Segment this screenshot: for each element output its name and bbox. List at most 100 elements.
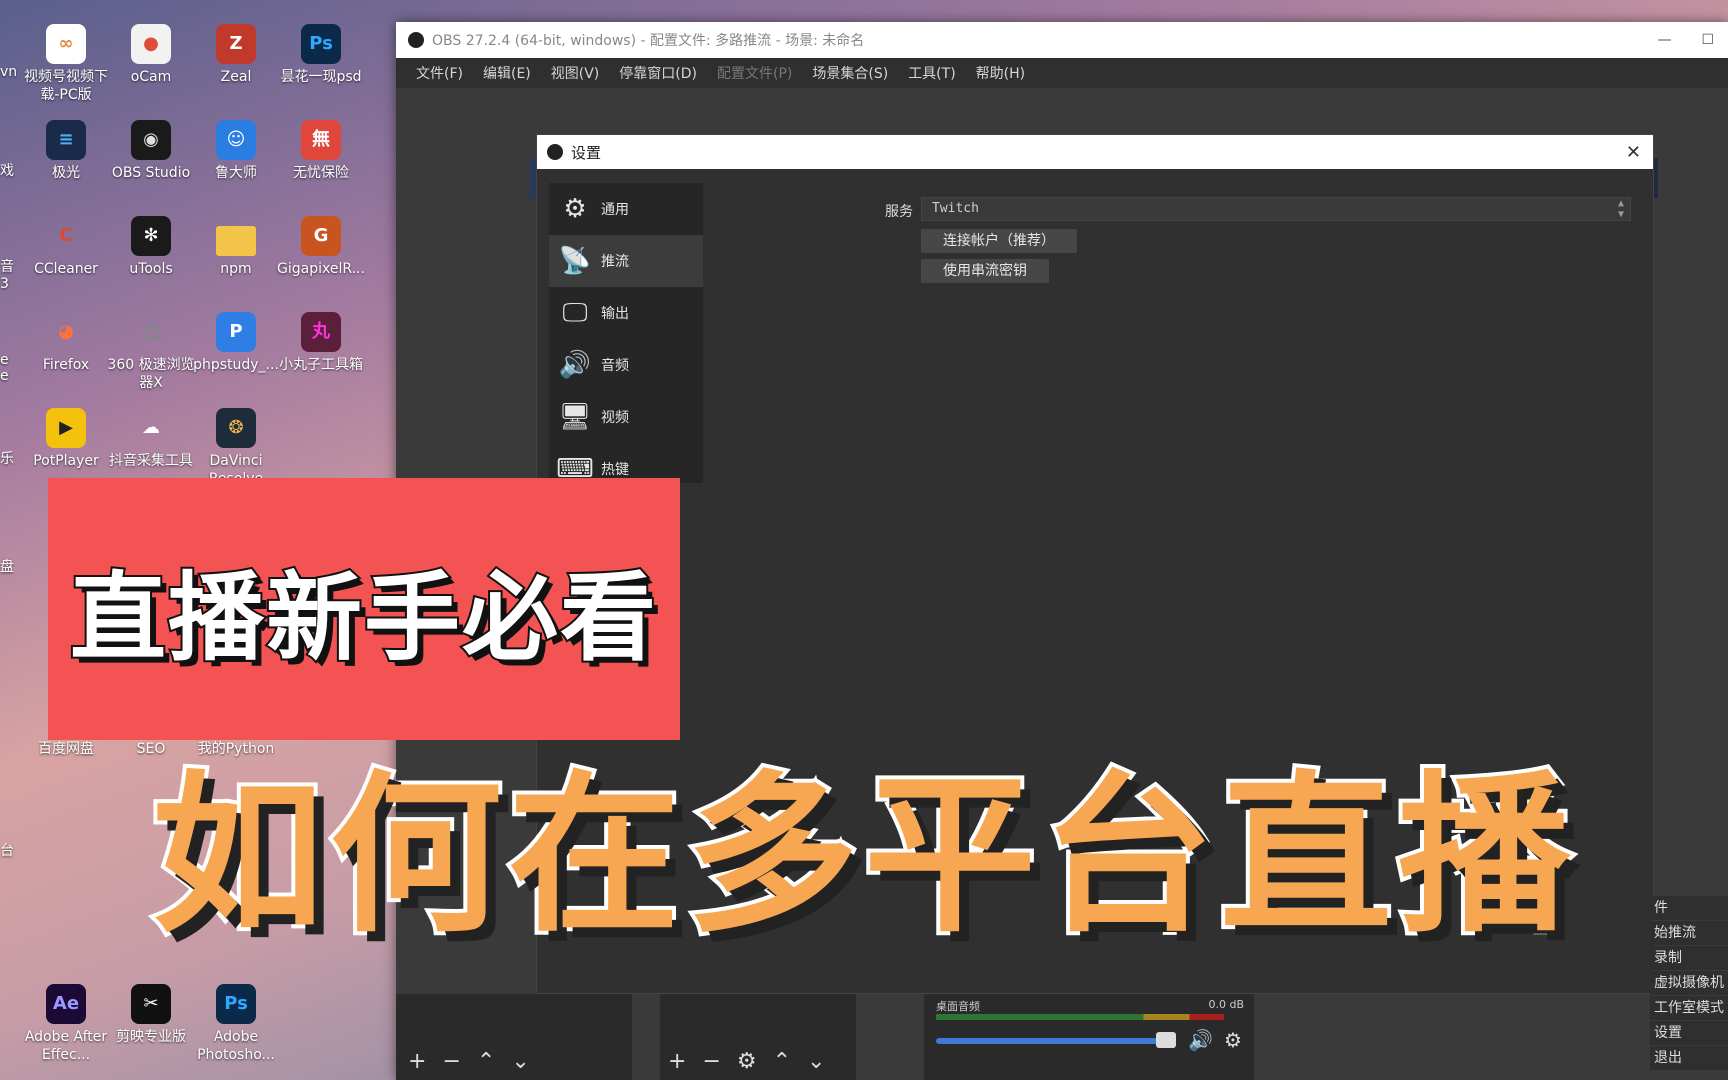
desktop-icon-label: 剪映专业版	[116, 1029, 186, 1045]
desktop-icon[interactable]: ✂ 剪映专业版	[105, 984, 197, 1046]
obs-titlebar: OBS 27.2.4 (64-bit, windows) - 配置文件: 多路推…	[396, 22, 1728, 58]
mixer-gear-icon[interactable]: ⚙	[1224, 1028, 1242, 1052]
add-source-icon[interactable]: +	[668, 1049, 686, 1074]
menu-item[interactable]: 工具(T)	[898, 63, 965, 83]
control-button[interactable]: 工作室模式	[1650, 996, 1728, 1020]
desktop-icon[interactable]: ∞ 视频号视频下载-PC版	[20, 24, 112, 104]
desktop-icon-label: 无忧保险	[293, 165, 349, 181]
gear-icon: ⚙	[563, 194, 587, 224]
menu-item[interactable]: 配置文件(P)	[707, 63, 802, 83]
desktop-edge-fragment: 乐	[0, 451, 14, 467]
app-icon: ●	[131, 24, 171, 64]
desktop-icon[interactable]: ◕ Firefox	[20, 312, 112, 374]
service-label: 服务	[885, 204, 913, 220]
sidebar-item-gear[interactable]: ⚙ 通用	[549, 183, 703, 235]
service-select[interactable]: Twitch ▲ ▼	[921, 197, 1631, 221]
desktop-icon[interactable]: ≡ 极光	[20, 120, 112, 182]
desktop-icon[interactable]: ◌ 360 极速浏览器X	[105, 312, 197, 392]
menu-item[interactable]: 视图(V)	[541, 63, 610, 83]
app-icon: Ae	[46, 984, 86, 1024]
desktop-icon-label: 昙花一现psd	[280, 69, 362, 85]
close-icon[interactable]: ✕	[1626, 142, 1641, 163]
desktop-icon-label: Firefox	[42, 357, 90, 373]
app-icon: ▶	[46, 408, 86, 448]
audio-mixer-dock: 桌面音频 0.0 dB 🔊 ⚙	[924, 994, 1254, 1080]
volume-slider[interactable]	[936, 1038, 1176, 1044]
desktop-icon[interactable]: Ae Adobe After Effec...	[20, 984, 112, 1064]
remove-scene-icon[interactable]: −	[442, 1049, 460, 1074]
sidebar-item-output-monitor[interactable]: 🖵 输出	[549, 287, 703, 339]
mixer-source-label: 桌面音频	[936, 1000, 980, 1013]
menu-item[interactable]: 帮助(H)	[966, 63, 1035, 83]
control-button[interactable]: 件	[1650, 896, 1728, 920]
desktop-icon-label: GigapixelR...	[277, 261, 365, 277]
source-down-icon[interactable]: ⌄	[807, 1049, 825, 1074]
menu-item[interactable]: 场景集合(S)	[802, 63, 898, 83]
desktop-icon[interactable]: Ps Adobe Photosho...	[190, 984, 282, 1064]
app-icon: ☁	[142, 417, 160, 438]
connect-account-button[interactable]: 连接帐户（推荐）	[921, 229, 1077, 253]
use-stream-key-button[interactable]: 使用串流密钥	[921, 259, 1049, 283]
sidebar-item-broadcast-antenna[interactable]: 📡 推流	[549, 235, 703, 287]
desktop-icon[interactable]: Ps 昙花一现psd	[275, 24, 367, 86]
desktop-icon[interactable]: ☺ 鲁大师	[190, 120, 282, 182]
obs-window-title: OBS 27.2.4 (64-bit, windows) - 配置文件: 多路推…	[432, 33, 865, 49]
desktop-icon[interactable]: 丸小丸子工具箱	[275, 312, 367, 374]
app-icon: ☺	[216, 120, 256, 160]
remove-source-icon[interactable]: −	[702, 1049, 720, 1074]
broadcast-antenna-icon: 📡	[558, 246, 592, 276]
desktop-icon[interactable]: C CCleaner	[20, 216, 112, 278]
desktop-icon[interactable]: ● oCam	[105, 24, 197, 86]
menu-item[interactable]: 编辑(E)	[473, 63, 541, 83]
menu-item[interactable]: 文件(F)	[406, 63, 473, 83]
settings-titlebar: 设置 ✕	[537, 135, 1653, 169]
desktop-icon[interactable]: ▶ PotPlayer	[20, 408, 112, 470]
menu-item[interactable]: 停靠窗口(D)	[609, 63, 707, 83]
desktop-icon[interactable]: npm	[190, 216, 282, 278]
minimize-icon[interactable]: —	[1657, 32, 1671, 48]
sidebar-item-monitor[interactable]: 🖥 视频	[549, 391, 703, 443]
desktop-icon[interactable]: 無无忧保险	[275, 120, 367, 182]
service-select-value: Twitch	[932, 201, 979, 216]
app-icon: ✻	[131, 216, 171, 256]
app-icon: P	[216, 312, 256, 352]
desktop-icon[interactable]: ☁ 抖音采集工具	[105, 408, 197, 470]
desktop-icon[interactable]: G GigapixelR...	[275, 216, 367, 278]
control-button[interactable]: 录制	[1650, 946, 1728, 970]
control-button[interactable]: 始推流	[1650, 921, 1728, 945]
desktop-icon-label: oCam	[130, 69, 172, 85]
control-button[interactable]: 退出	[1650, 1046, 1728, 1070]
desktop-icon[interactable]: ◉ OBS Studio	[105, 120, 197, 182]
app-icon: ◌	[143, 321, 159, 342]
desktop-icon-label: PotPlayer	[33, 453, 99, 469]
desktop-icon-label: Adobe Photosho...	[197, 1029, 275, 1063]
app-icon	[216, 226, 256, 256]
sidebar-item-label: 音频	[601, 358, 629, 374]
desktop-icon-label: 视频号视频下载-PC版	[24, 69, 108, 103]
move-up-icon[interactable]: ⌃	[477, 1049, 495, 1074]
desktop-icon-label: npm	[220, 261, 252, 277]
maximize-icon[interactable]: ☐	[1701, 32, 1714, 48]
speaker-icon[interactable]: 🔊	[1188, 1028, 1213, 1052]
sidebar-item-keyboard[interactable]: ⌨ 热键	[549, 443, 703, 483]
app-icon: G	[301, 216, 341, 256]
source-settings-icon[interactable]: ⚙	[737, 1049, 757, 1074]
move-down-icon[interactable]: ⌄	[511, 1049, 529, 1074]
desktop-icon[interactable]: ✻ uTools	[105, 216, 197, 278]
desktop-edge-fragment: e e	[0, 352, 9, 384]
desktop-icon[interactable]: Z Zeal	[190, 24, 282, 86]
app-icon: ◕	[58, 321, 74, 342]
control-button[interactable]: 设置	[1650, 1021, 1728, 1045]
add-scene-icon[interactable]: +	[408, 1049, 426, 1074]
control-button[interactable]: 虚拟摄像机	[1650, 971, 1728, 995]
volume-slider-handle[interactable]	[1156, 1032, 1176, 1048]
sources-dock: + − ⚙ ⌃ ⌄	[660, 994, 856, 1080]
desktop-icon[interactable]: ❂DaVinci Resolve	[190, 408, 282, 488]
desktop-icon-label: 360 极速浏览器X	[107, 357, 195, 391]
sidebar-item-speaker[interactable]: 🔊 音频	[549, 339, 703, 391]
desktop-icon[interactable]: Pphpstudy_...	[190, 312, 282, 374]
source-up-icon[interactable]: ⌃	[773, 1049, 791, 1074]
desktop-icon-label: 抖音采集工具	[109, 453, 193, 469]
sidebar-item-label: 推流	[601, 254, 629, 270]
output-monitor-icon: 🖵	[562, 297, 588, 328]
